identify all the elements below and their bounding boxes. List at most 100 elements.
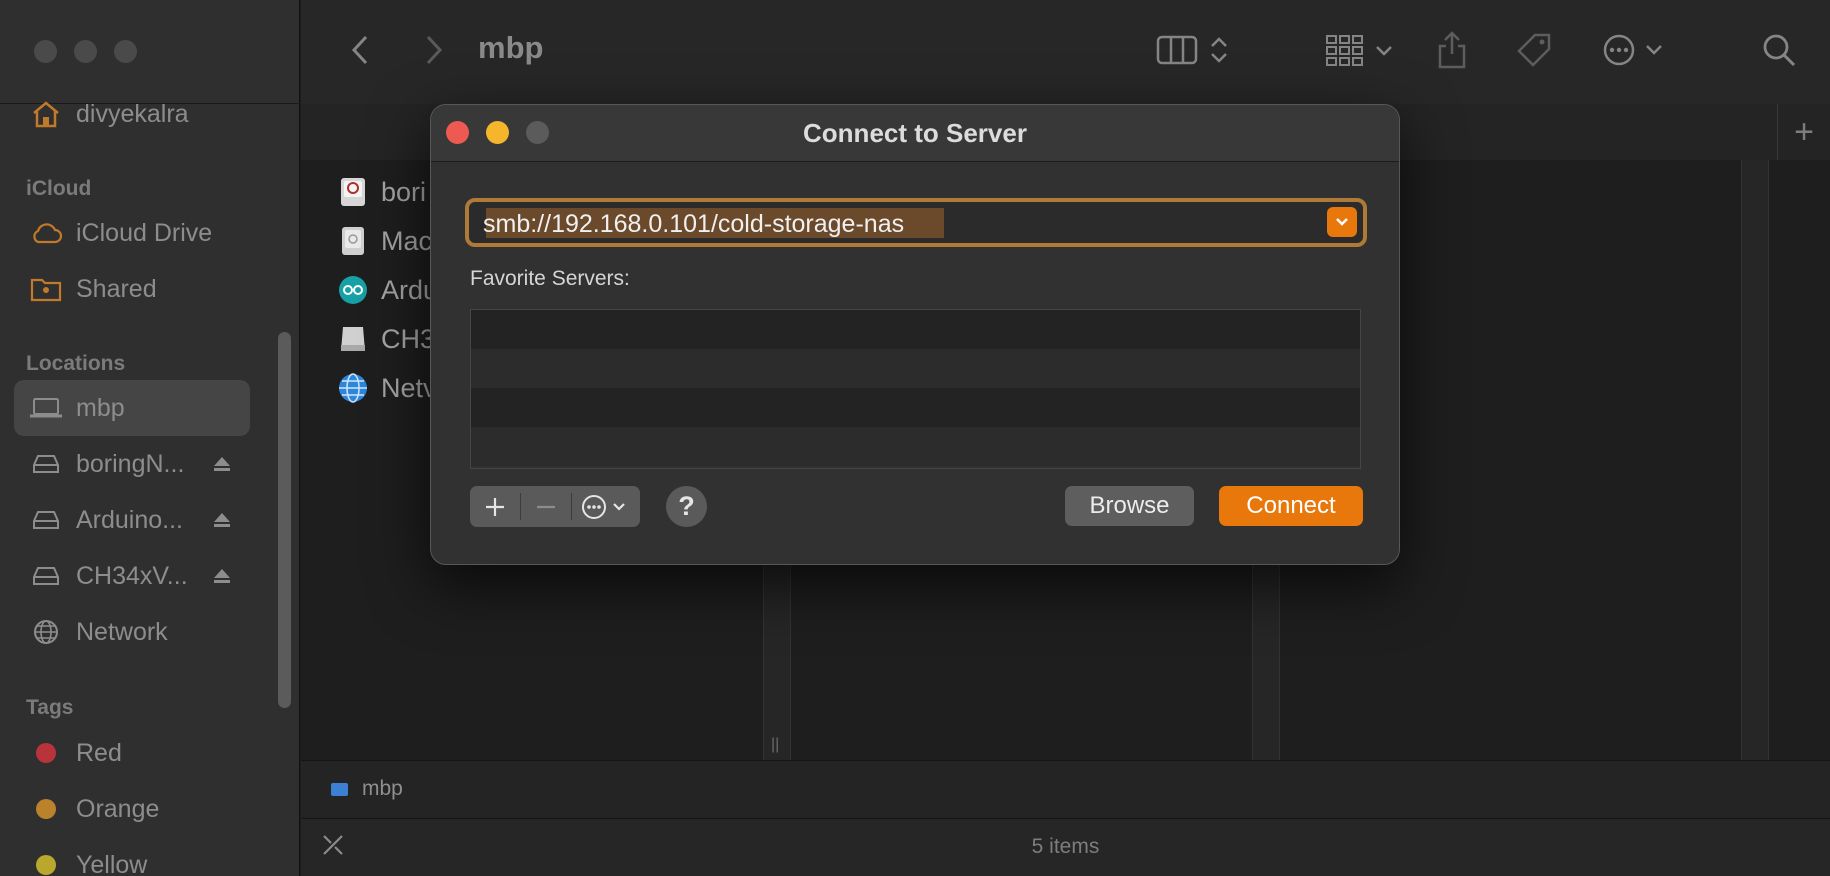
sidebar-item-network[interactable]: Network [14,604,250,660]
sidebar-item-mbp[interactable]: mbp [14,380,250,436]
sidebar-item-boringn[interactable]: boringN... [14,436,250,492]
list-row[interactable] [471,349,1360,388]
status-bar: 5 items [301,818,1830,876]
eject-icon[interactable] [212,452,232,481]
globe-icon [28,617,64,647]
sidebar-tag-red[interactable]: Red [14,725,250,781]
sidebar-item-ch34x[interactable]: CH34xV... [14,548,250,604]
favorites-segmented-control [470,486,640,527]
tag-label: Red [76,738,122,767]
search-icon[interactable] [1759,28,1799,72]
favorite-servers-list[interactable] [470,309,1361,469]
sidebar-item-label: CH34xV... [76,561,188,590]
file-item[interactable]: Netv [337,372,437,404]
share-icon[interactable] [1435,28,1469,72]
tag-dot-icon [36,743,56,763]
sidebar-tag-yellow[interactable]: Yellow [14,837,250,876]
window-title: mbp [478,30,544,65]
home-icon [28,99,64,129]
sidebar-item-label: boringN... [76,449,185,478]
favorite-actions-button[interactable] [572,486,640,527]
tag-label: Yellow [76,850,148,876]
finder-window: divyekalra iCloud iCloud Drive Shared Lo… [0,0,1830,876]
drive-icon [28,449,64,479]
dialog-title: Connect to Server [803,118,1027,148]
file-item[interactable]: Ardu [337,274,438,306]
sidebar-item-label: mbp [76,393,125,422]
network-globe-icon [337,372,369,404]
sidebar-scrollbar[interactable] [278,332,291,708]
close-button[interactable] [34,40,57,63]
forward-chevron-icon[interactable] [419,28,449,72]
eject-icon[interactable] [212,564,232,593]
minimize-button[interactable] [74,40,97,63]
file-name: CH3 [381,323,436,354]
list-row[interactable] [471,310,1360,349]
tag-label: Orange [76,794,160,823]
connect-to-server-dialog: Connect to Server Favorite Servers: [430,104,1400,565]
server-address-input[interactable] [481,207,1305,241]
dialog-titlebar: Connect to Server [431,105,1399,162]
sidebar-tag-orange[interactable]: Orange [14,781,250,837]
tag-icon[interactable] [1514,28,1554,72]
chevron-down-icon [1336,218,1348,226]
file-item[interactable]: CH3 [337,323,435,355]
file-name: Mac [381,225,433,256]
drive-icon [28,505,64,535]
tag-dot-icon [36,855,56,875]
sidebar-item-shared[interactable]: Shared [14,261,250,317]
file-name: Netv [381,372,437,403]
file-item[interactable]: bori [337,176,426,208]
tag-dot-icon [36,799,56,819]
sidebar-section-locations: Locations [26,352,126,375]
new-tab-button[interactable]: + [1777,104,1830,160]
list-row[interactable] [471,427,1360,466]
cloud-icon [28,218,64,248]
add-favorite-button[interactable] [470,486,520,527]
remove-favorite-button[interactable] [521,486,571,527]
laptop-icon [28,393,64,423]
file-item[interactable]: Mac [337,225,432,257]
recent-servers-dropdown[interactable] [1327,207,1357,237]
help-button[interactable]: ? [666,486,707,527]
disk-image-icon [337,176,369,208]
arduino-app-icon [337,274,369,306]
sidebar-item-label: divyekalra [76,99,189,128]
column-view-icon[interactable] [1156,28,1242,72]
group-by-icon[interactable] [1325,28,1397,72]
sidebar-item-label: Shared [76,274,157,303]
drive-icon [28,561,64,591]
item-count: 5 items [1031,835,1100,858]
path-segment[interactable]: mbp [362,777,403,801]
sidebar-item-label: Network [76,617,168,646]
more-actions-icon[interactable] [1601,28,1673,72]
path-bar: mbp [301,760,1830,819]
favorite-servers-label: Favorite Servers: [470,267,630,290]
back-chevron-icon[interactable] [345,28,375,72]
column-divider[interactable] [1741,160,1769,760]
shared-folder-icon [28,274,64,304]
folder-icon [331,783,348,796]
eject-icon[interactable] [212,508,232,537]
toolbar: mbp [301,0,1830,105]
plus-icon [486,497,504,516]
external-drive-icon [337,323,369,355]
column-resize-handle[interactable]: || [771,736,779,754]
window-controls [34,40,137,63]
connect-button[interactable]: Connect [1219,486,1363,526]
browse-button[interactable]: Browse [1065,486,1194,526]
server-address-field[interactable] [465,198,1367,247]
sidebar-item-home[interactable]: divyekalra [14,86,250,142]
list-row[interactable] [471,388,1360,427]
file-name: bori [381,176,427,207]
sidebar-item-arduino[interactable]: Arduino... [14,492,250,548]
zoom-button[interactable] [114,40,137,63]
sidebar: divyekalra iCloud iCloud Drive Shared Lo… [0,0,300,876]
ellipsis-circle-icon [582,494,625,519]
hard-drive-icon [337,225,369,257]
sidebar-item-label: Arduino... [76,505,184,534]
sidebar-item-label: iCloud Drive [76,218,213,247]
sidebar-section-icloud: iCloud [26,177,92,200]
sidebar-item-icloud-drive[interactable]: iCloud Drive [14,205,250,261]
minus-icon [537,505,555,508]
